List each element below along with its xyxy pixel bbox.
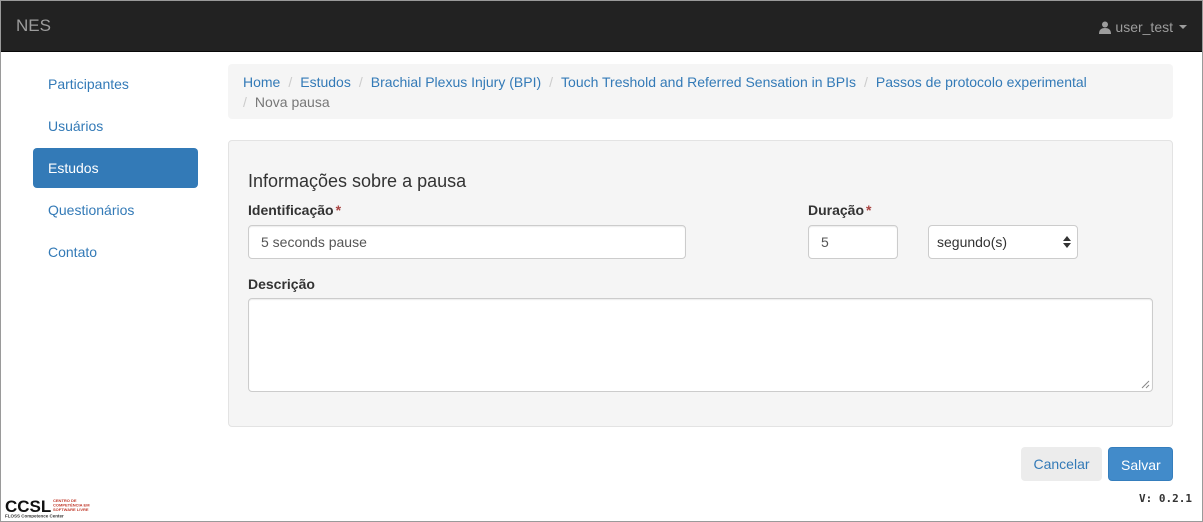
breadcrumb-separator: / — [863, 74, 868, 90]
sidebar-item-estudos[interactable]: Estudos — [33, 148, 198, 188]
cancel-button[interactable]: Cancelar — [1021, 447, 1102, 481]
breadcrumb-separator: / — [358, 74, 363, 90]
user-icon — [1099, 21, 1112, 34]
version-label: V: 0.2.1 — [1139, 492, 1192, 505]
user-menu-dropdown[interactable]: user_test — [1099, 18, 1187, 36]
save-button[interactable]: Salvar — [1108, 447, 1173, 481]
brand-link[interactable]: NES — [16, 16, 51, 36]
descricao-label: Descrição — [248, 276, 315, 292]
breadcrumb-home[interactable]: Home — [243, 74, 280, 90]
chevron-down-icon — [1179, 25, 1187, 29]
select-arrows-icon — [1063, 236, 1071, 248]
ccsl-logo: CCSL CENTRO DE COMPETÊNCIA EM SOFTWARE L… — [5, 497, 90, 519]
required-marker: * — [866, 202, 872, 218]
duracao-input[interactable]: 5 — [808, 225, 898, 259]
sidebar-item-participantes[interactable]: Participantes — [33, 64, 198, 104]
sidebar-item-contato[interactable]: Contato — [33, 232, 198, 272]
duration-unit-select[interactable]: segundo(s) — [928, 225, 1078, 259]
required-marker: * — [335, 202, 342, 218]
pause-form-panel: Informações sobre a pausa Identificação *… — [228, 140, 1173, 427]
identificacao-label-text: Identificação — [248, 202, 334, 218]
duracao-label-text: Duração — [808, 202, 865, 218]
resize-handle-icon[interactable] — [1141, 380, 1150, 389]
svg-text:SOFTWARE LIVRE: SOFTWARE LIVRE — [53, 507, 89, 512]
duration-unit-selected: segundo(s) — [937, 234, 1008, 250]
breadcrumb-estudos[interactable]: Estudos — [300, 74, 351, 90]
duracao-label: Duração * — [808, 201, 871, 219]
breadcrumb-protocol-steps[interactable]: Passos de protocolo experimental — [876, 74, 1087, 90]
sidebar-item-usuarios[interactable]: Usuários — [33, 106, 198, 146]
sidebar-nav: Participantes Usuários Estudos Questioná… — [33, 64, 198, 274]
breadcrumb-separator: / — [288, 74, 293, 90]
form-title: Informações sobre a pausa — [248, 171, 467, 191]
sidebar-item-questionarios[interactable]: Questionários — [33, 190, 198, 230]
breadcrumb-separator: / — [243, 94, 247, 110]
breadcrumb-separator: / — [549, 74, 554, 90]
top-navbar: NES user_test — [1, 1, 1202, 52]
breadcrumb-group[interactable]: Touch Treshold and Referred Sensation in… — [561, 74, 856, 90]
identificacao-label: Identificação * — [248, 201, 341, 219]
breadcrumb-current: Nova pausa — [254, 94, 330, 110]
descricao-textarea[interactable] — [248, 298, 1153, 392]
username-label: user_test — [1115, 19, 1173, 35]
breadcrumb-study[interactable]: Brachial Plexus Injury (BPI) — [371, 74, 541, 90]
identificacao-input[interactable]: 5 seconds pause — [248, 225, 686, 259]
svg-text:FLOSS Competence Center: FLOSS Competence Center — [5, 514, 64, 519]
breadcrumb: Home / Estudos / Brachial Plexus Injury (BPI… — [228, 64, 1173, 119]
